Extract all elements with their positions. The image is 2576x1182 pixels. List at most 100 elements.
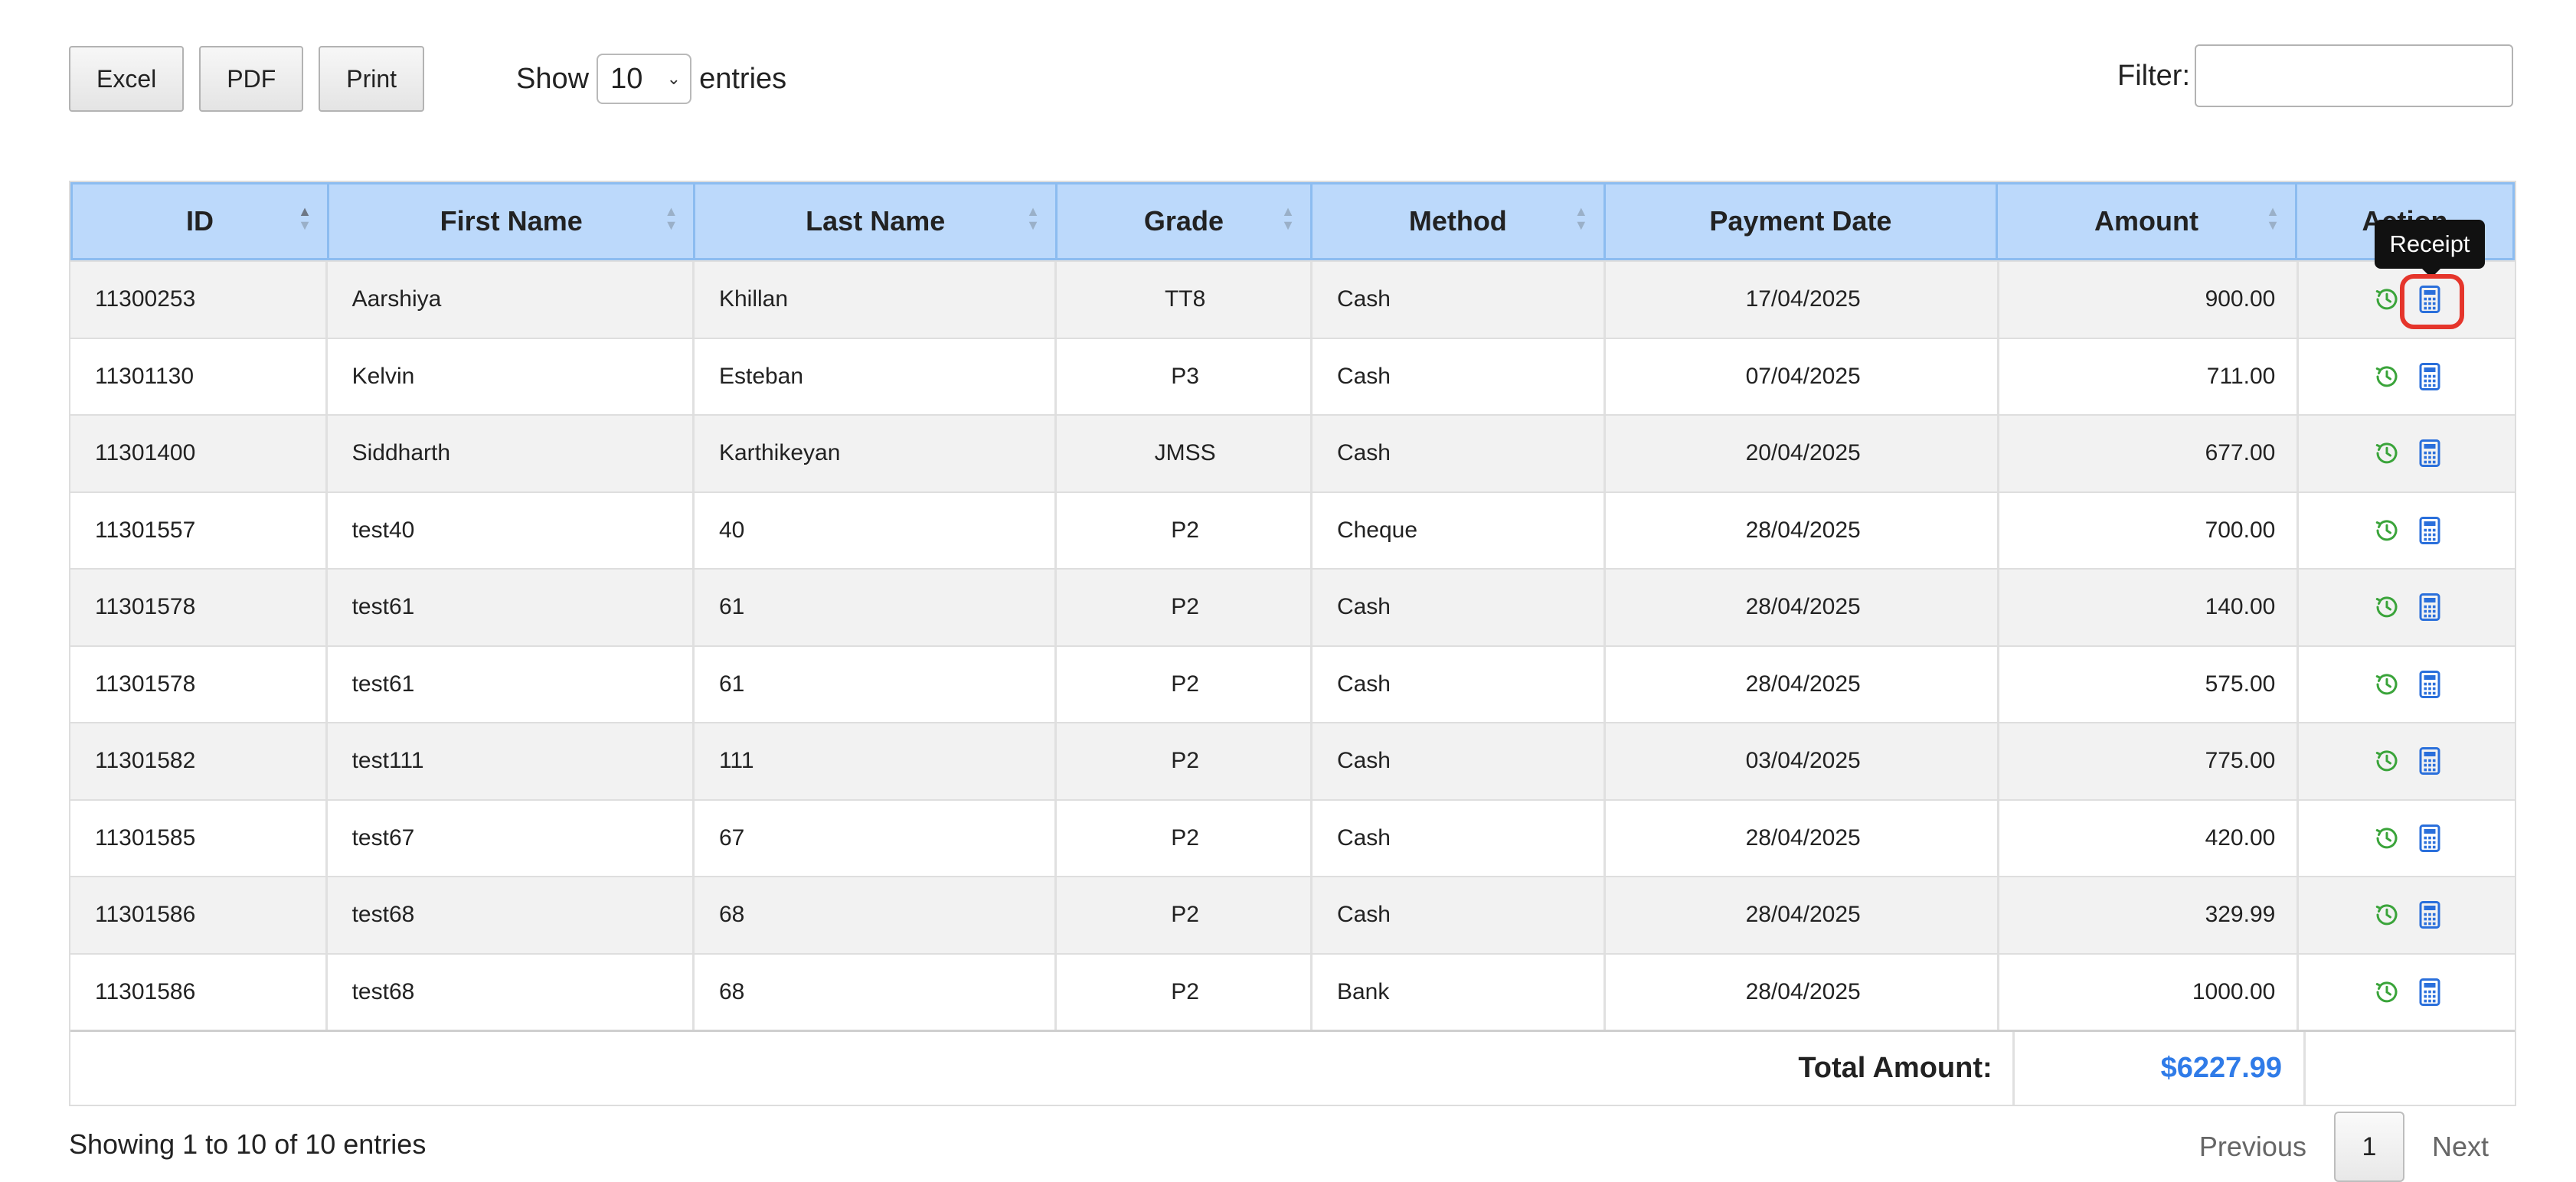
- table-row: 11301578 test61 61 P2 Cash 28/04/2025 140.00: [70, 568, 2515, 645]
- column-header-method[interactable]: Method ▲ ▼: [1313, 184, 1606, 258]
- entries-select[interactable]: 10 ⌄: [597, 54, 692, 104]
- cell-amount: 775.00: [1999, 723, 2300, 799]
- clock-history-icon[interactable]: [2372, 515, 2402, 546]
- cell-method: Cheque: [1313, 492, 1607, 568]
- toolbar: Excel PDF Print Show 10 ⌄ entries: [69, 46, 786, 112]
- clock-history-icon[interactable]: [2372, 977, 2402, 1007]
- cell-actions: [2299, 801, 2515, 877]
- table-row: 11301578 test61 61 P2 Cash 28/04/2025 575.00: [70, 645, 2515, 722]
- column-header-amount[interactable]: Amount ▲ ▼: [1998, 184, 2297, 258]
- cell-last-name: 68: [695, 954, 1058, 1030]
- calculator-receipt-icon[interactable]: [2414, 438, 2445, 469]
- table-row: 11301586 test68 68 P2 Cash 28/04/2025 329.99: [70, 876, 2515, 953]
- calculator-receipt-icon[interactable]: [2414, 361, 2445, 392]
- filter-input[interactable]: [2195, 44, 2513, 107]
- cell-grade: P2: [1057, 492, 1313, 568]
- cell-amount: 900.00: [1999, 262, 2300, 338]
- cell-method: Cash: [1313, 416, 1607, 491]
- sort-icon: ▲ ▼: [1574, 204, 1588, 233]
- entries-select-value: 10: [610, 62, 643, 95]
- calculator-receipt-icon[interactable]: [2414, 669, 2445, 700]
- clock-history-icon[interactable]: [2372, 361, 2402, 392]
- entries-label: entries: [699, 62, 787, 95]
- table-footer: Total Amount: $6227.99: [70, 1030, 2515, 1105]
- cell-payment-date: 20/04/2025: [1606, 416, 1999, 491]
- receipt-highlight-annotation: [2400, 274, 2464, 329]
- cell-first-name: test68: [328, 954, 695, 1030]
- cell-id: 11301557: [70, 492, 328, 568]
- sort-asc-icon: ▲ ▼: [298, 204, 312, 233]
- cell-id: 11301585: [70, 800, 328, 876]
- cell-payment-date: 28/04/2025: [1606, 877, 1999, 953]
- table-row: 11300253 Aarshiya Khillan TT8 Cash 17/04/2025…: [70, 260, 2515, 338]
- calculator-receipt-icon[interactable]: [2414, 515, 2445, 546]
- calculator-receipt-icon[interactable]: [2414, 746, 2445, 776]
- cell-payment-date: 28/04/2025: [1606, 492, 1999, 568]
- sort-icon: ▲ ▼: [664, 204, 678, 233]
- cell-payment-date: 17/04/2025: [1606, 262, 1999, 338]
- cell-id: 11301586: [70, 954, 328, 1030]
- next-page-button[interactable]: Next: [2414, 1112, 2507, 1182]
- cell-first-name: test40: [328, 492, 695, 568]
- table-row: 11301400 Siddharth Karthikeyan JMSS Cash 20/0…: [70, 414, 2515, 491]
- table-row: 11301582 test111 111 P2 Cash 03/04/2025 775.00: [70, 722, 2515, 799]
- clock-history-icon[interactable]: [2372, 900, 2402, 930]
- calculator-receipt-icon[interactable]: [2414, 592, 2445, 622]
- cell-last-name: 40: [695, 492, 1058, 568]
- cell-payment-date: 28/04/2025: [1606, 570, 1999, 645]
- cell-last-name: Karthikeyan: [695, 416, 1058, 491]
- cell-method: Cash: [1313, 570, 1607, 645]
- sort-icon: ▲ ▼: [1026, 204, 1040, 233]
- cell-first-name: test61: [328, 570, 695, 645]
- column-header-payment-date[interactable]: Payment Date: [1606, 184, 1999, 258]
- cell-actions: [2299, 877, 2515, 953]
- chevron-down-icon: ⌄: [666, 69, 682, 88]
- cell-method: Cash: [1313, 723, 1607, 799]
- calculator-receipt-icon[interactable]: [2414, 977, 2445, 1007]
- cell-amount: 420.00: [1999, 800, 2300, 876]
- cell-first-name: Aarshiya: [328, 262, 695, 338]
- column-header-last-name[interactable]: Last Name ▲ ▼: [695, 184, 1058, 258]
- column-header-id[interactable]: ID ▲ ▼: [73, 184, 329, 258]
- payments-page: Excel PDF Print Show 10 ⌄ entries Filter…: [0, 0, 2576, 1182]
- payments-table: ID ▲ ▼ First Name ▲ ▼ Last Name ▲ ▼ Grade ▲ ▼ Me…: [69, 181, 2516, 1106]
- cell-id: 11301578: [70, 646, 328, 722]
- cell-last-name: 61: [695, 570, 1058, 645]
- cell-actions: [2299, 955, 2515, 1030]
- total-amount-value: $6227.99: [2015, 1032, 2306, 1105]
- clock-history-icon[interactable]: [2372, 592, 2402, 622]
- cell-actions: [2299, 723, 2515, 799]
- column-header-first-name[interactable]: First Name ▲ ▼: [329, 184, 696, 258]
- cell-payment-date: 28/04/2025: [1606, 800, 1999, 876]
- cell-amount: 329.99: [1999, 877, 2300, 953]
- cell-id: 11301586: [70, 877, 328, 953]
- clock-history-icon[interactable]: [2372, 746, 2402, 776]
- cell-id: 11301578: [70, 570, 328, 645]
- cell-grade: P2: [1057, 723, 1313, 799]
- cell-method: Cash: [1313, 262, 1607, 338]
- cell-amount: 1000.00: [1999, 954, 2300, 1030]
- clock-history-icon[interactable]: [2372, 284, 2402, 315]
- clock-history-icon[interactable]: [2372, 438, 2402, 469]
- total-amount-label: Total Amount:: [70, 1032, 2015, 1105]
- previous-page-button[interactable]: Previous: [2181, 1112, 2325, 1182]
- clock-history-icon[interactable]: [2372, 823, 2402, 854]
- column-header-grade[interactable]: Grade ▲ ▼: [1058, 184, 1313, 258]
- print-button[interactable]: Print: [319, 46, 425, 112]
- cell-last-name: 67: [695, 800, 1058, 876]
- calculator-receipt-icon[interactable]: [2414, 823, 2445, 854]
- cell-grade: P3: [1057, 338, 1313, 414]
- calculator-receipt-icon[interactable]: [2414, 900, 2445, 930]
- sort-icon: ▲ ▼: [2266, 204, 2280, 233]
- page-1-button[interactable]: 1: [2333, 1112, 2404, 1182]
- cell-grade: P2: [1057, 800, 1313, 876]
- footer-empty-cell: [2306, 1032, 2515, 1105]
- cell-grade: TT8: [1057, 262, 1313, 338]
- cell-amount: 677.00: [1999, 416, 2300, 491]
- cell-grade: P2: [1057, 954, 1313, 1030]
- excel-export-button[interactable]: Excel: [69, 46, 185, 112]
- cell-first-name: test111: [328, 723, 695, 799]
- pdf-export-button[interactable]: PDF: [199, 46, 304, 112]
- clock-history-icon[interactable]: [2372, 669, 2402, 700]
- pagination: Previous 1 Next: [2181, 1112, 2507, 1182]
